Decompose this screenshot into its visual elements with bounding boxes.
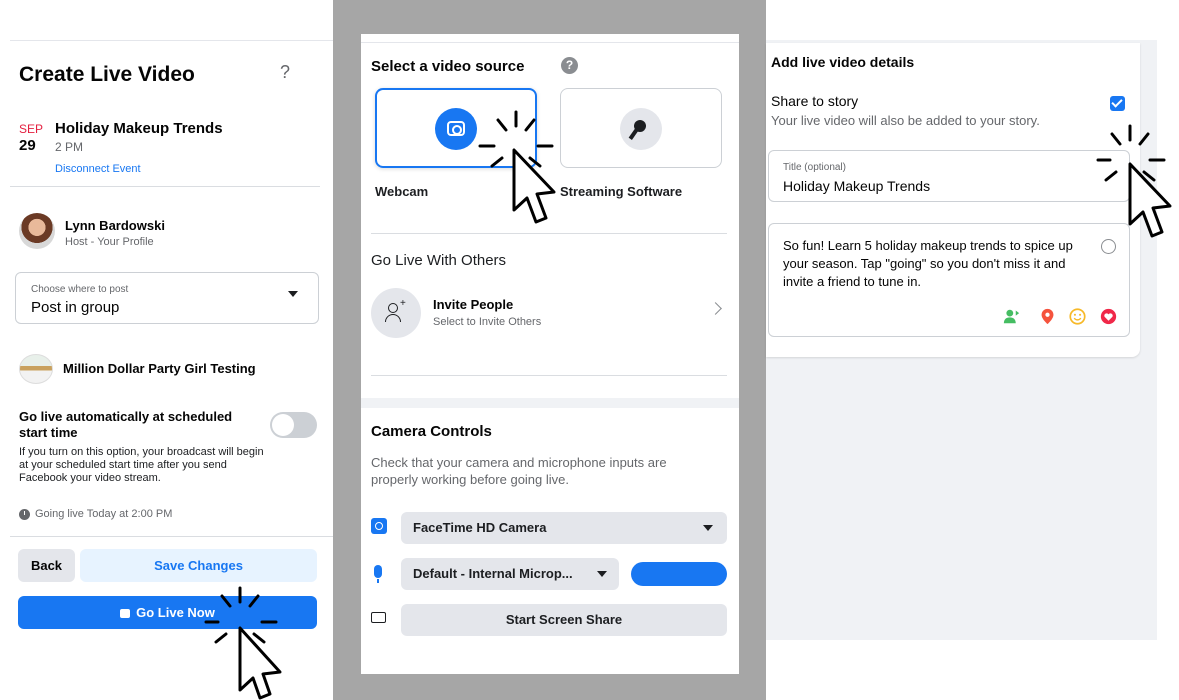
live-details-panel: Add live video details Share to story Yo…	[766, 0, 1179, 700]
divider	[10, 40, 333, 41]
event-month: SEP	[19, 122, 44, 136]
plus-icon: +	[400, 298, 406, 309]
streaming-software-label: Streaming Software	[560, 184, 683, 199]
divider	[361, 42, 739, 43]
page-title: Create Live Video	[19, 63, 195, 86]
camera-controls-title: Camera Controls	[371, 423, 492, 440]
section-gap	[361, 398, 739, 408]
post-location-value: Post in group	[31, 299, 120, 316]
caret-down-icon	[288, 291, 298, 297]
camera-controls-description: Check that your camera and microphone in…	[371, 455, 667, 487]
title-input[interactable]: Title (optional) Holiday Makeup Trends	[768, 150, 1130, 202]
webcam-label: Webcam	[375, 184, 429, 199]
heart-badge-icon[interactable]	[1100, 308, 1117, 325]
schedule-text: Going live Today at 2:00 PM	[35, 508, 173, 520]
video-source-frame: Select a video source ? Webcam Streaming…	[333, 0, 766, 700]
title-input-value: Holiday Makeup Trends	[783, 178, 931, 194]
camera-icon	[371, 518, 387, 534]
caret-down-icon	[597, 571, 607, 577]
person-head-shape	[388, 303, 398, 313]
share-story-checkbox[interactable]	[1110, 96, 1125, 111]
host-name: Lynn Bardowski	[65, 218, 165, 233]
video-camera-icon	[120, 609, 131, 618]
disconnect-event-link[interactable]: Disconnect Event	[55, 163, 141, 175]
divider	[371, 375, 727, 376]
person-body-shape	[385, 314, 401, 322]
microphone-select[interactable]: Default - Internal Microp...	[401, 558, 619, 590]
description-textarea[interactable]: So fun! Learn 5 holiday makeup trends to…	[768, 223, 1130, 337]
back-button[interactable]: Back	[18, 549, 75, 582]
divider	[371, 233, 727, 234]
clock-icon	[19, 509, 30, 520]
microphone-select-value: Default - Internal Microp...	[413, 566, 573, 581]
click-cursor-icon	[1096, 124, 1172, 238]
camera-select[interactable]: FaceTime HD Camera	[401, 512, 727, 544]
title-input-label: Title (optional)	[783, 162, 846, 173]
streaming-software-card[interactable]	[560, 88, 722, 168]
click-cursor-icon	[478, 110, 556, 224]
save-changes-button[interactable]: Save Changes	[80, 549, 317, 582]
help-icon[interactable]: ?	[280, 62, 290, 83]
microphone-icon	[374, 565, 382, 583]
event-day: 29	[19, 137, 36, 154]
auto-live-description: If you turn on this option, your broadca…	[19, 446, 264, 484]
post-location-label: Choose where to post	[31, 284, 129, 295]
caret-down-icon	[703, 525, 713, 531]
share-story-sub: Your live video will also be added to yo…	[771, 113, 1040, 128]
details-title: Add live video details	[771, 54, 915, 70]
help-icon[interactable]: ?	[561, 57, 578, 74]
host-role: Host - Your Profile	[65, 236, 154, 248]
location-pin-icon[interactable]	[1039, 308, 1056, 325]
mic-level-meter	[631, 562, 727, 586]
invite-people-row[interactable]: + Invite People Select to Invite Others	[361, 284, 739, 344]
event-name: Holiday Makeup Trends	[55, 120, 223, 137]
divider	[10, 536, 333, 537]
add-person-icon: +	[371, 288, 421, 338]
group-avatar	[19, 354, 53, 384]
event-time: 2 PM	[55, 140, 84, 154]
start-screen-share-button[interactable]: Start Screen Share	[401, 604, 727, 636]
description-text: So fun! Learn 5 holiday makeup trends to…	[783, 238, 1073, 289]
feeling-icon[interactable]	[1069, 308, 1086, 325]
divider	[10, 186, 320, 187]
invite-people-label: Invite People	[433, 297, 514, 312]
camera-select-value: FaceTime HD Camera	[413, 520, 547, 535]
screen-share-icon	[371, 612, 386, 623]
auto-live-toggle[interactable]	[270, 412, 317, 438]
auto-live-title: Go live automatically at scheduled start…	[19, 409, 233, 440]
key-icon	[620, 108, 662, 150]
group-name: Million Dollar Party Girl Testing	[63, 361, 256, 376]
post-location-select[interactable]: Choose where to post Post in group	[15, 272, 319, 324]
toggle-knob	[272, 414, 294, 436]
go-live-with-others-title: Go Live With Others	[371, 252, 507, 269]
share-story-title: Share to story	[771, 93, 859, 109]
camera-lens-shape	[447, 121, 465, 136]
video-source-title: Select a video source	[371, 58, 525, 75]
click-cursor-icon	[204, 586, 282, 700]
tag-people-icon[interactable]	[1003, 308, 1020, 325]
chevron-right-icon	[709, 302, 722, 315]
key-shaft-shape	[628, 127, 640, 140]
avatar	[19, 213, 55, 249]
camera-icon	[435, 108, 477, 150]
invite-people-sub: Select to Invite Others	[433, 316, 542, 328]
